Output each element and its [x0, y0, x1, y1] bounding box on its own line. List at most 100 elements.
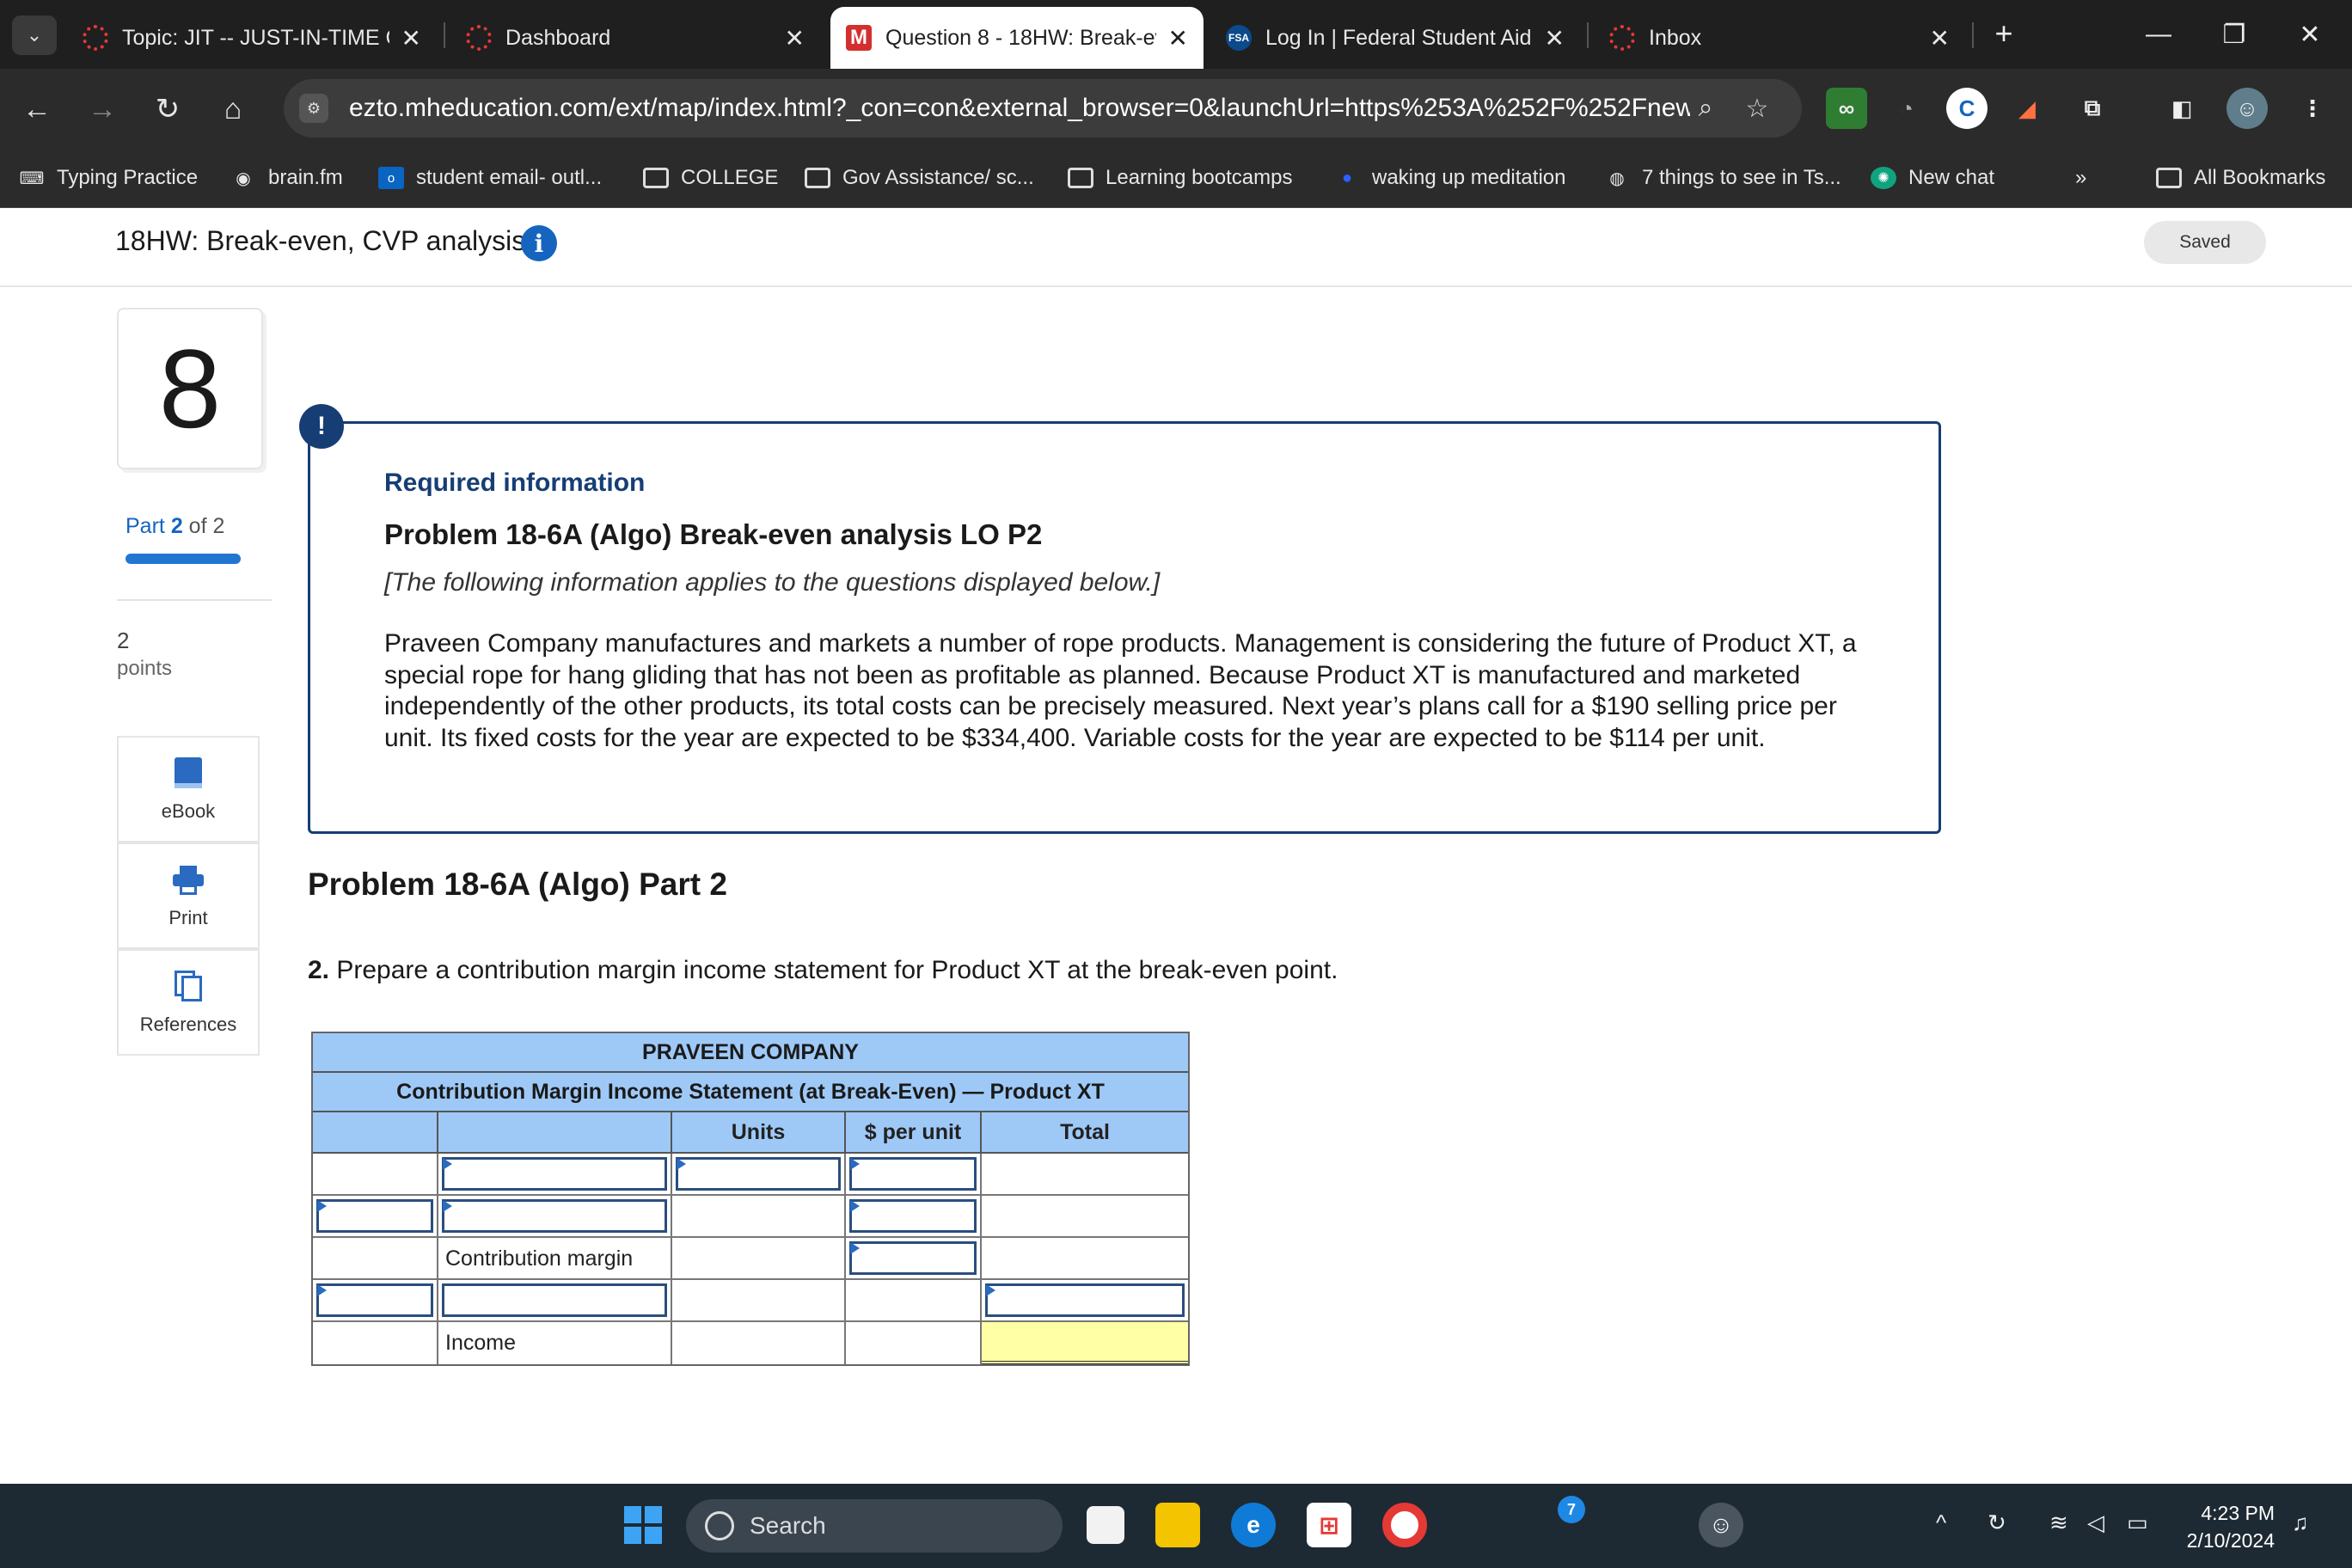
address-bar[interactable]: ⚙ ezto.mheducation.com/ext/map/index.htm…	[284, 79, 1802, 138]
units-input[interactable]	[676, 1157, 841, 1191]
close-icon[interactable]: ✕	[401, 24, 421, 52]
sync-icon[interactable]: ↻	[1988, 1510, 2006, 1536]
tab-question-8[interactable]: M Question 8 - 18HW: Break-ev ✕	[830, 7, 1204, 69]
tab-inbox[interactable]: Inbox ✕	[1594, 7, 1965, 69]
file-explorer-icon[interactable]	[1155, 1503, 1200, 1547]
profile-app-icon[interactable]: ☺	[1699, 1503, 1743, 1547]
browser-toolbar: ← → ↻ ⌂ ⚙ ezto.mheducation.com/ext/map/i…	[0, 69, 2352, 148]
mcgraw-hill-logo-icon: M	[846, 25, 872, 51]
line-item-dropdown[interactable]	[442, 1199, 667, 1233]
close-window-button[interactable]: ✕	[2271, 9, 2349, 60]
bookmark-folder-gov-assistance[interactable]: Gov Assistance/ sc...	[805, 160, 1034, 196]
table-cell	[313, 1196, 438, 1236]
notifications-bell-icon[interactable]: ♫	[2292, 1510, 2309, 1536]
taskbar-search-box[interactable]: Search	[686, 1499, 1063, 1553]
per-unit-input[interactable]	[849, 1157, 977, 1191]
forward-button[interactable]: →	[79, 86, 126, 132]
bookmark-typing-practice[interactable]: ⌨ Typing Practice	[19, 160, 199, 196]
search-icon	[705, 1511, 734, 1540]
table-row	[313, 1154, 1188, 1196]
bookmark-waking-up[interactable]: ● waking up meditation	[1334, 160, 1566, 196]
chrome-icon[interactable]	[1382, 1503, 1427, 1547]
system-clock[interactable]: 4:23 PM 2/10/2024	[2168, 1499, 2275, 1554]
close-icon[interactable]: ✕	[785, 24, 805, 52]
question-prompt: Prepare a contribution margin income sta…	[336, 956, 1338, 984]
profile-avatar-icon[interactable]: ☺	[2226, 88, 2268, 129]
info-icon[interactable]: i	[521, 225, 557, 261]
bookmarks-bar: ⌨ Typing Practice ◉ brain.fm o student e…	[0, 148, 2352, 208]
clock-time: 4:23 PM	[2201, 1502, 2275, 1524]
extensions-puzzle-icon[interactable]: ⧉	[2072, 88, 2113, 129]
url-text[interactable]: ezto.mheducation.com/ext/map/index.html?…	[349, 94, 1690, 123]
question-number-label: 2.	[308, 956, 330, 984]
site-info-icon[interactable]: ⚙	[299, 94, 328, 123]
close-icon[interactable]: ✕	[1545, 24, 1565, 52]
tab-federal-student-aid[interactable]: FSA Log In | Federal Student Aid ✕	[1210, 7, 1580, 69]
table-cell	[982, 1196, 1188, 1236]
side-panel-icon[interactable]: ◧	[2161, 88, 2202, 129]
minimize-button[interactable]: —	[2120, 9, 2197, 60]
bookmarks-overflow-button[interactable]: »	[2075, 160, 2086, 196]
reload-button[interactable]: ↻	[144, 86, 191, 132]
tool-label: Print	[168, 907, 208, 928]
folder-icon	[2156, 168, 2182, 188]
column-header-total: Total	[1060, 1120, 1110, 1144]
tab-search-button[interactable]: ⌄	[12, 15, 57, 55]
battery-icon[interactable]: ▭	[2127, 1510, 2148, 1536]
tab-favicon-icon	[83, 25, 108, 51]
table-cell	[982, 1322, 1188, 1364]
per-unit-input[interactable]	[849, 1241, 977, 1275]
zoom-search-icon[interactable]: ⌕	[1688, 91, 1723, 126]
info-note: [The following information applies to th…	[384, 568, 1161, 597]
extension-timer-icon[interactable]: ◔	[1886, 88, 1927, 129]
clock-date: 2/10/2024	[2186, 1529, 2275, 1552]
bookmark-new-chat[interactable]: ✺ New chat	[1871, 160, 1994, 196]
bookmark-folder-college[interactable]: COLLEGE	[643, 160, 778, 196]
extension-mind-icon[interactable]: ∞	[1826, 88, 1867, 129]
print-button[interactable]: Print	[117, 842, 260, 949]
bookmark-all-bookmarks[interactable]: All Bookmarks	[2156, 160, 2325, 196]
notification-count-badge: 7	[1558, 1496, 1585, 1523]
line-item-dropdown[interactable]	[442, 1157, 667, 1191]
references-icon	[171, 969, 205, 1003]
table-cell: Income	[438, 1322, 672, 1364]
row-label: Contribution margin	[445, 1246, 634, 1271]
home-button[interactable]: ⌂	[210, 86, 256, 132]
task-view-icon[interactable]	[1087, 1506, 1124, 1544]
extension-c-icon[interactable]: C	[1946, 88, 1988, 129]
new-tab-button[interactable]: +	[1982, 12, 2025, 55]
back-button[interactable]: ←	[14, 86, 60, 132]
line-item-sign-dropdown[interactable]	[316, 1199, 433, 1233]
edge-browser-icon[interactable]: e	[1231, 1503, 1276, 1547]
browser-menu-icon[interactable]: ⋮	[2292, 88, 2333, 129]
wifi-icon[interactable]: ≋	[2049, 1510, 2068, 1536]
line-item-sign-dropdown[interactable]	[316, 1283, 433, 1317]
close-icon[interactable]: ✕	[1168, 24, 1188, 52]
table-cell	[672, 1154, 846, 1194]
microsoft-store-icon[interactable]: ⊞	[1307, 1503, 1351, 1547]
total-input[interactable]	[985, 1283, 1185, 1317]
bookmark-7-things[interactable]: ◍ 7 things to see in Ts...	[1604, 160, 1841, 196]
extension-flag-icon[interactable]: ◢	[2006, 88, 2048, 129]
restore-button[interactable]: ❐	[2196, 9, 2273, 60]
bookmark-student-email[interactable]: o student email- outl...	[378, 160, 602, 196]
bookmark-folder-learning-bootcamps[interactable]: Learning bootcamps	[1068, 160, 1292, 196]
table-cell	[438, 1196, 672, 1236]
part-current: 2	[170, 514, 183, 538]
bookmark-star-icon[interactable]: ☆	[1740, 91, 1774, 126]
ebook-button[interactable]: eBook	[117, 736, 260, 842]
volume-icon[interactable]: ◁	[2087, 1510, 2104, 1536]
keyboard-icon: ⌨	[19, 168, 45, 188]
per-unit-input[interactable]	[849, 1199, 977, 1233]
tray-overflow-icon[interactable]: ^	[1936, 1510, 1946, 1536]
windows-taskbar: Search e ⊞ 7 ☺ ^ ↻ ≋ ◁ ▭ 4:23 PM 2/10/20…	[0, 1484, 2352, 1568]
bookmark-brain-fm[interactable]: ◉ brain.fm	[230, 160, 342, 196]
line-item-dropdown[interactable]	[442, 1283, 667, 1317]
close-icon[interactable]: ✕	[1930, 24, 1950, 52]
table-cell	[982, 1238, 1188, 1278]
tab-topic-jit[interactable]: Topic: JIT -- JUST-IN-TIME CO ✕	[67, 7, 437, 69]
windows-start-icon[interactable]	[621, 1503, 665, 1547]
tab-dashboard[interactable]: Dashboard ✕	[450, 7, 820, 69]
bookmark-label: waking up meditation	[1372, 166, 1566, 189]
references-button[interactable]: References	[117, 949, 260, 1056]
